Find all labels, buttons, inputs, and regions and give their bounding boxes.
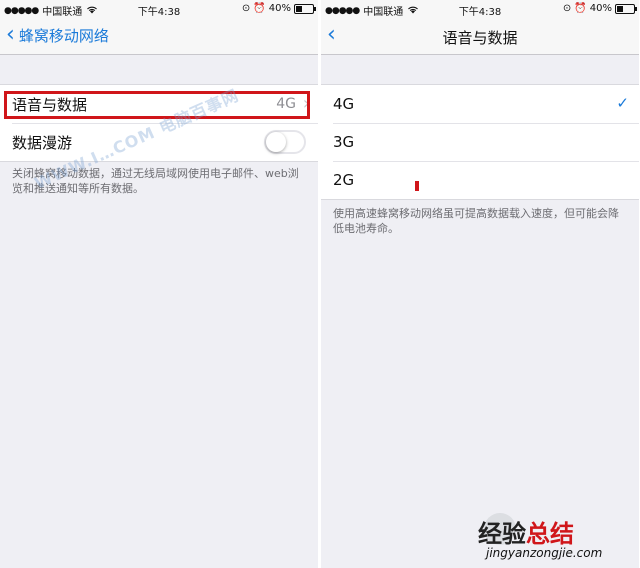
network-options-group: 4G ✓ 3G 2G	[321, 84, 639, 200]
battery-percent: 40%	[589, 3, 612, 14]
alarm-icon: ⏰	[574, 3, 587, 14]
voice-data-value: 4G	[276, 96, 296, 112]
chevron-left-icon: ‹	[6, 22, 15, 47]
option-label: 2G	[333, 171, 355, 189]
battery-icon	[294, 3, 316, 14]
red-marker	[415, 181, 419, 191]
battery-percent: 40%	[268, 3, 291, 14]
left-screen: ●●●●● 中国联通 下午4:38 ⊙ ⏰ 40% ‹ 蜂窝移动网络 语音与数据…	[0, 0, 318, 568]
orientation-lock-icon: ⊙	[241, 3, 251, 14]
back-button[interactable]: ‹ 蜂窝移动网络	[6, 24, 109, 46]
brand-watermark: 经验总结	[478, 514, 574, 549]
option-label: 4G	[333, 95, 355, 113]
brand-url: jingyanzongjie.com	[486, 546, 603, 560]
orientation-lock-icon: ⊙	[562, 3, 572, 14]
page-title: 语音与数据	[442, 29, 518, 47]
checkmark-icon: ✓	[616, 94, 629, 112]
data-roaming-toggle[interactable]	[264, 130, 306, 154]
option-3g-row[interactable]: 3G	[321, 123, 639, 161]
voice-data-label: 语音与数据	[12, 95, 88, 114]
data-roaming-label: 数据漫游	[12, 133, 73, 152]
chevron-right-icon: ›	[302, 93, 310, 114]
speed-footnote: 使用高速蜂窝移动网络虽可提高数据载入速度，但可能会降低电池寿命。	[333, 207, 619, 235]
brand-accent: 总结	[526, 520, 574, 548]
navigation-bar: ‹ 语音与数据	[321, 18, 639, 55]
option-label: 3G	[333, 133, 355, 151]
alarm-icon: ⏰	[253, 3, 266, 14]
option-2g-row[interactable]: 2G	[321, 161, 639, 199]
status-bar: ●●●●● 中国联通 下午4:38 ⊙ ⏰ 40%	[321, 0, 639, 18]
brand-main: 经验	[478, 520, 526, 548]
navigation-bar: ‹ 蜂窝移动网络	[0, 18, 318, 55]
battery-icon	[615, 3, 637, 14]
right-screen: ●●●●● 中国联通 下午4:38 ⊙ ⏰ 40% ‹ 语音与数据 4G ✓ 3…	[321, 0, 639, 568]
toggle-knob	[266, 132, 286, 152]
option-4g-row[interactable]: 4G ✓	[321, 85, 639, 123]
status-bar: ●●●●● 中国联通 下午4:38 ⊙ ⏰ 40%	[0, 0, 318, 18]
back-button-label: 蜂窝移动网络	[18, 26, 109, 45]
